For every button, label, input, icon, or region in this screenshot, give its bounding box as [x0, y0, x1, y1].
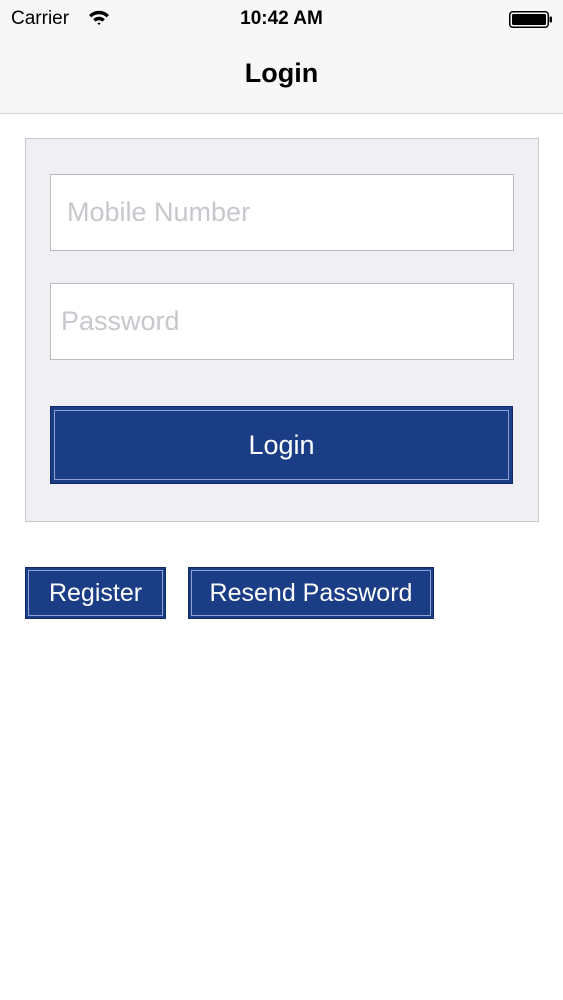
password-field[interactable] — [50, 283, 514, 360]
register-button-label: Register — [48, 578, 143, 607]
navigation-bar: Login — [0, 40, 563, 114]
login-button-label: Login — [248, 429, 315, 460]
page-title: Login — [244, 58, 319, 88]
password-input[interactable] — [51, 284, 513, 359]
battery-icon — [509, 11, 552, 28]
register-button[interactable]: Register — [25, 567, 166, 619]
resend-password-button[interactable]: Resend Password — [188, 567, 434, 619]
login-button[interactable]: Login — [50, 406, 513, 484]
mobile-number-field[interactable] — [50, 174, 514, 251]
resend-password-button-label: Resend Password — [209, 578, 413, 607]
login-form-panel: Login — [25, 138, 539, 522]
status-time: 10:42 AM — [240, 8, 323, 29]
status-bar: Carrier 10:42 AM — [0, 0, 563, 40]
mobile-number-input[interactable] — [51, 175, 513, 250]
login-screen: Carrier 10:42 AM Login Login Register — [0, 0, 563, 1000]
